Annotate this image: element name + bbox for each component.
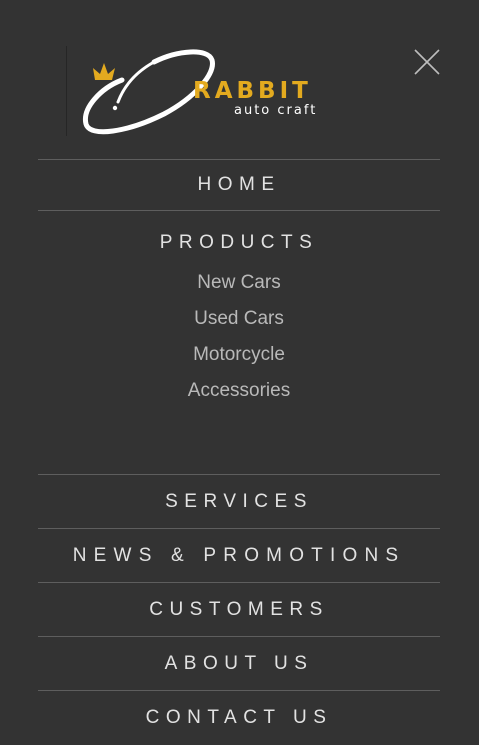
submenu-link-new-cars[interactable]: New Cars [197, 272, 280, 293]
products-submenu: New Cars Used Cars Motorcycle Accessorie… [38, 265, 440, 409]
menu-item-home: HOME [38, 159, 440, 210]
menu-link-home[interactable]: HOME [38, 158, 440, 212]
submenu-item-motorcycle: Motorcycle [38, 337, 440, 373]
brand-tagline: auto craft [234, 103, 318, 118]
menu-link-services[interactable]: SERVICES [38, 475, 440, 529]
menu-header: RABBIT auto craft [0, 0, 479, 159]
submenu-item-new-cars: New Cars [38, 265, 440, 301]
nav-menu: HOME PRODUCTS New Cars Used Cars Motorcy… [38, 159, 440, 744]
menu-link-customers[interactable]: CUSTOMERS [38, 583, 440, 637]
brand-logo[interactable]: RABBIT auto craft [66, 46, 336, 138]
menu-item-about-us: ABOUT US [38, 636, 440, 690]
submenu-link-motorcycle[interactable]: Motorcycle [193, 344, 285, 365]
submenu-link-accessories[interactable]: Accessories [188, 380, 290, 401]
menu-item-customers: CUSTOMERS [38, 582, 440, 636]
menu-item-contact-us: CONTACT US [38, 690, 440, 744]
close-icon [414, 49, 440, 75]
menu-item-services: SERVICES [38, 474, 440, 528]
menu-link-news-promotions[interactable]: NEWS & PROMOTIONS [38, 529, 440, 583]
brand-name: RABBIT [193, 78, 312, 104]
menu-link-about-us[interactable]: ABOUT US [38, 637, 440, 691]
menu-item-products: PRODUCTS New Cars Used Cars Motorcycle A… [38, 210, 440, 474]
menu-link-products[interactable]: PRODUCTS [38, 211, 440, 253]
close-button[interactable] [413, 48, 441, 76]
submenu-item-accessories: Accessories [38, 373, 440, 409]
submenu-link-used-cars[interactable]: Used Cars [194, 308, 284, 329]
menu-item-news-promotions: NEWS & PROMOTIONS [38, 528, 440, 582]
menu-link-contact-us[interactable]: CONTACT US [38, 691, 440, 745]
submenu-item-used-cars: Used Cars [38, 301, 440, 337]
